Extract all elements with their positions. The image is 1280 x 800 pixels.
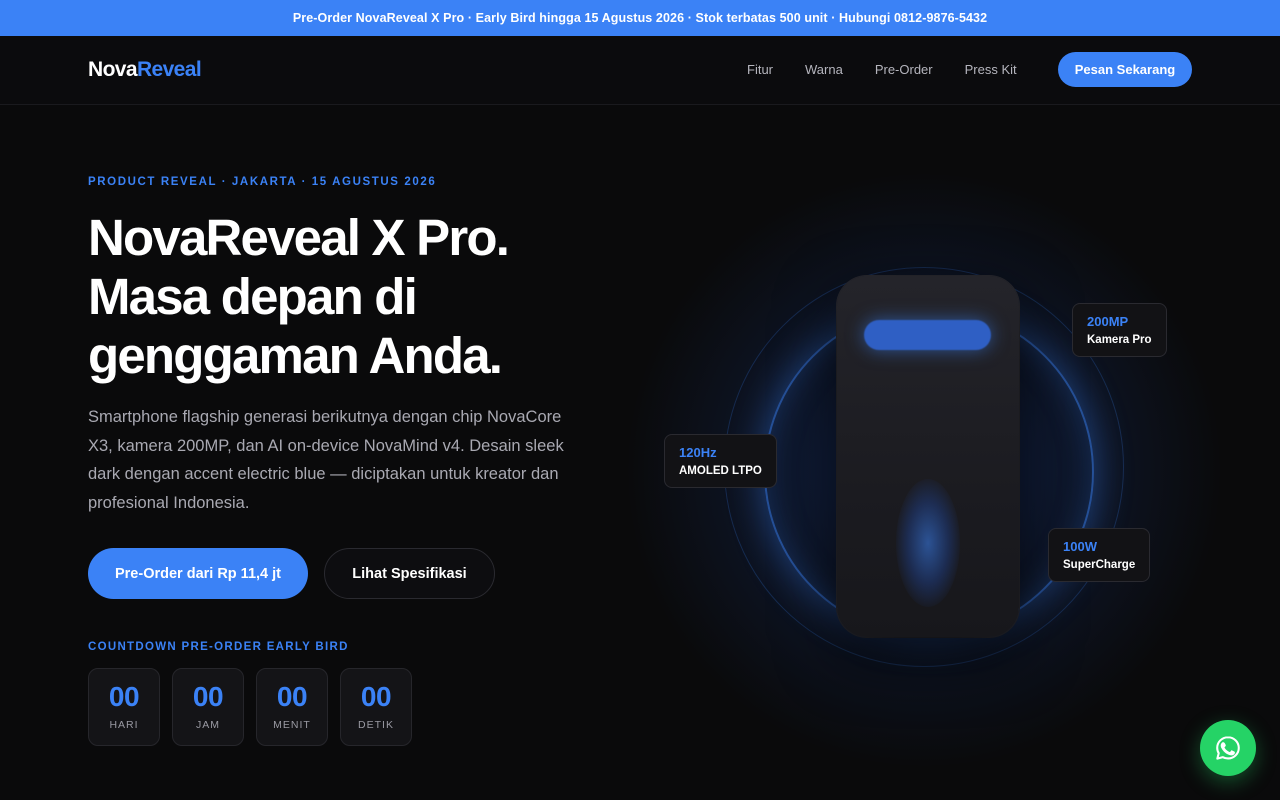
countdown-minutes-label: MENIT [273,719,311,731]
countdown-days-label: HARI [109,719,139,731]
nav-links: Fitur Warna Pre-Order Press Kit [747,62,1049,77]
countdown-seconds: 00 DETIK [340,668,412,746]
hero-headline: NovaReveal X Pro. Masa depan di genggama… [88,208,608,385]
spec-badge-display: 120Hz AMOLED LTPO [664,434,777,488]
phone-camera-bar [864,320,991,350]
logo-text-nova: Nova [88,58,138,81]
nav-link-press-kit[interactable]: Press Kit [965,62,1017,77]
whatsapp-button[interactable] [1200,720,1256,776]
hero-description: Smartphone flagship generasi berikutnya … [88,408,564,513]
countdown-minutes-value: 00 [276,681,308,712]
logo-text-reveal: Reveal [136,58,202,81]
announcement-bar: Pre-Order NovaReveal X Pro · Early Bird … [0,0,1280,36]
spec-badge-camera-label: Kamera Pro [1087,334,1152,346]
countdown-minutes: 00 MENIT [256,668,328,746]
nav-link-warna[interactable]: Warna [805,62,843,77]
spec-badge-camera-value: 200MP [1087,314,1129,329]
countdown-label: COUNTDOWN PRE-ORDER EARLY BIRD [88,641,349,653]
countdown-seconds-value: 00 [360,681,392,712]
countdown-days-value: 00 [108,681,140,712]
countdown-seconds-label: DETIK [358,719,394,731]
countdown-hours: 00 JAM [172,668,244,746]
countdown-hours-value: 00 [192,681,224,712]
headline-line-2: Masa depan di [88,268,418,325]
spec-badge-camera: 200MP Kamera Pro [1072,303,1167,357]
phone-logo-glow [896,479,960,607]
spec-badge-display-value: 120Hz [679,445,717,460]
announcement-text: Pre-Order NovaReveal X Pro · Early Bird … [292,11,988,25]
headline-line-3: genggaman Anda. [88,327,503,384]
order-now-button[interactable]: Pesan Sekarang [1058,52,1192,87]
phone-mockup [837,276,1019,637]
nav-link-pre-order[interactable]: Pre-Order [875,62,933,77]
countdown-days: 00 HARI [88,668,160,746]
logo[interactable]: NovaReveal [88,58,202,82]
spec-badge-display-label: AMOLED LTPO [679,465,762,477]
nav-link-fitur[interactable]: Fitur [747,62,773,77]
view-specs-button[interactable]: Lihat Spesifikasi [324,548,495,599]
hero-eyebrow: PRODUCT REVEAL · JAKARTA · 15 AGUSTUS 20… [88,176,437,188]
spec-badge-charge-value: 100W [1063,539,1097,554]
spec-badge-charge: 100W SuperCharge [1048,528,1151,582]
navbar: NovaReveal Fitur Warna Pre-Order Press K… [0,36,1280,105]
whatsapp-icon [1216,736,1240,760]
hero-content: PRODUCT REVEAL · JAKARTA · 15 AGUSTUS 20… [88,176,608,518]
countdown-hours-label: JAM [196,719,220,731]
headline-line-1: NovaReveal X Pro. [88,209,510,266]
pre-order-button[interactable]: Pre-Order dari Rp 11,4 jt [88,548,308,599]
spec-badge-charge-label: SuperCharge [1063,559,1136,571]
